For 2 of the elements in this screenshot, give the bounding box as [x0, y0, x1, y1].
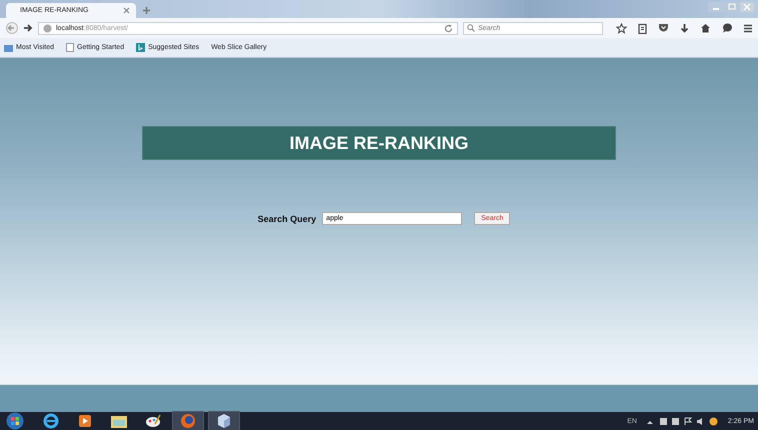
page-heading: IMAGE RE-RANKING: [142, 126, 616, 160]
field-label: Search Query: [258, 214, 316, 224]
